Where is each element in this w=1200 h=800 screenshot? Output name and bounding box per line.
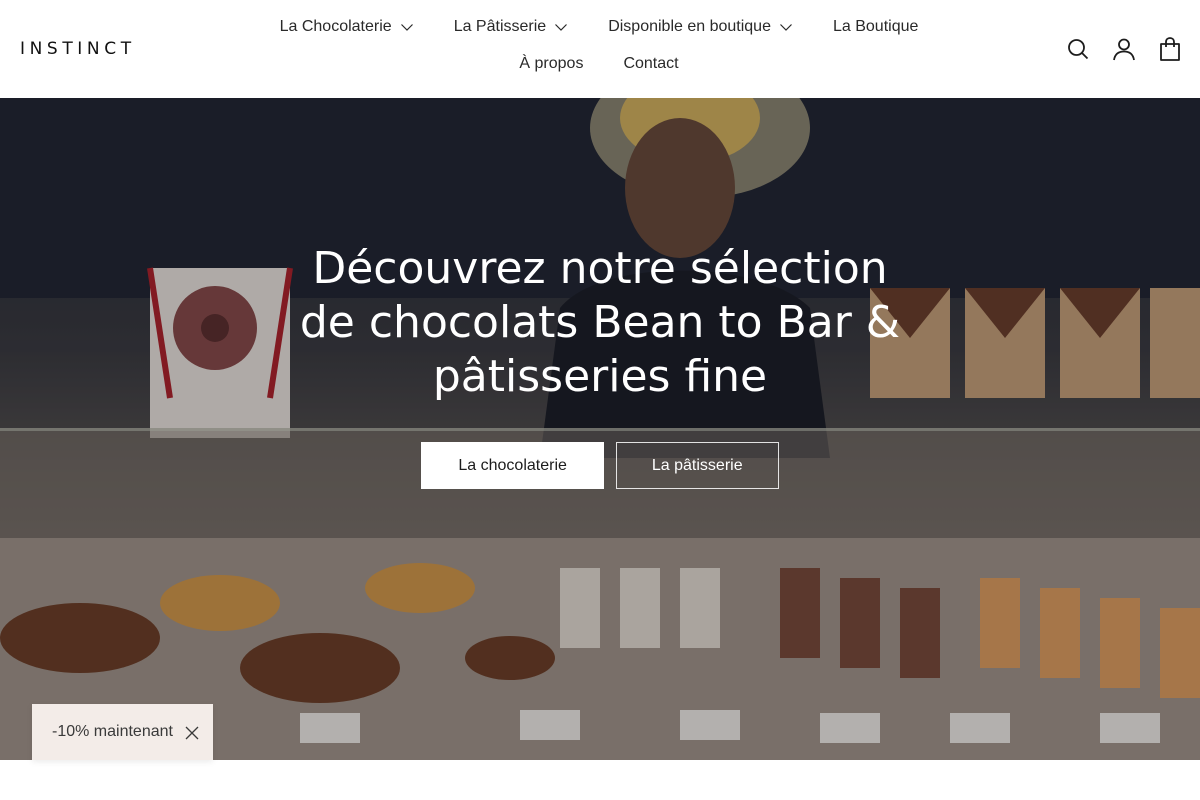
logo[interactable]: INSTINCT bbox=[20, 38, 136, 60]
chevron-down-icon bbox=[555, 23, 568, 31]
hero-banner: Découvrez notre sélection de chocolats B… bbox=[0, 98, 1200, 760]
nav-item-label: À propos bbox=[519, 54, 584, 72]
chevron-down-icon bbox=[400, 23, 413, 31]
site-header: INSTINCT La Chocolaterie La Pâtisserie D… bbox=[0, 0, 1200, 98]
close-icon[interactable] bbox=[185, 726, 199, 740]
promo-label[interactable]: -10% maintenant bbox=[52, 723, 173, 741]
nav-item-label: Contact bbox=[623, 54, 679, 72]
chocolaterie-button[interactable]: La chocolaterie bbox=[421, 442, 604, 489]
hero-content: Découvrez notre sélection de chocolats B… bbox=[0, 242, 1200, 489]
nav-item-chocolaterie[interactable]: La Chocolaterie bbox=[260, 14, 434, 39]
bag-icon bbox=[1160, 37, 1180, 61]
search-button[interactable] bbox=[1066, 36, 1090, 62]
nav-item-a-propos[interactable]: À propos bbox=[499, 51, 603, 76]
nav-item-label: La Pâtisserie bbox=[453, 17, 547, 35]
nav-item-label: Disponible en boutique bbox=[608, 17, 771, 35]
nav-item-contact[interactable]: Contact bbox=[603, 51, 698, 76]
cart-button[interactable] bbox=[1158, 36, 1182, 62]
nav-item-boutique[interactable]: La Boutique bbox=[813, 14, 938, 39]
promo-popup: -10% maintenant bbox=[32, 704, 213, 760]
nav-item-label: La Boutique bbox=[832, 17, 919, 35]
hero-title: Découvrez notre sélection de chocolats B… bbox=[299, 243, 901, 402]
nav-item-disponible[interactable]: Disponible en boutique bbox=[588, 14, 813, 39]
hero-buttons: La chocolaterie La pâtisserie bbox=[0, 442, 1200, 489]
account-button[interactable] bbox=[1112, 36, 1136, 62]
nav-item-patisserie[interactable]: La Pâtisserie bbox=[434, 14, 589, 39]
account-icon bbox=[1113, 38, 1135, 61]
header-icons bbox=[1066, 36, 1182, 62]
chevron-down-icon bbox=[780, 23, 792, 31]
search-icon bbox=[1068, 39, 1089, 60]
main-nav: La Chocolaterie La Pâtisserie Disponible… bbox=[228, 14, 970, 76]
patisserie-button[interactable]: La pâtisserie bbox=[615, 442, 779, 489]
nav-item-label: La Chocolaterie bbox=[279, 17, 392, 35]
